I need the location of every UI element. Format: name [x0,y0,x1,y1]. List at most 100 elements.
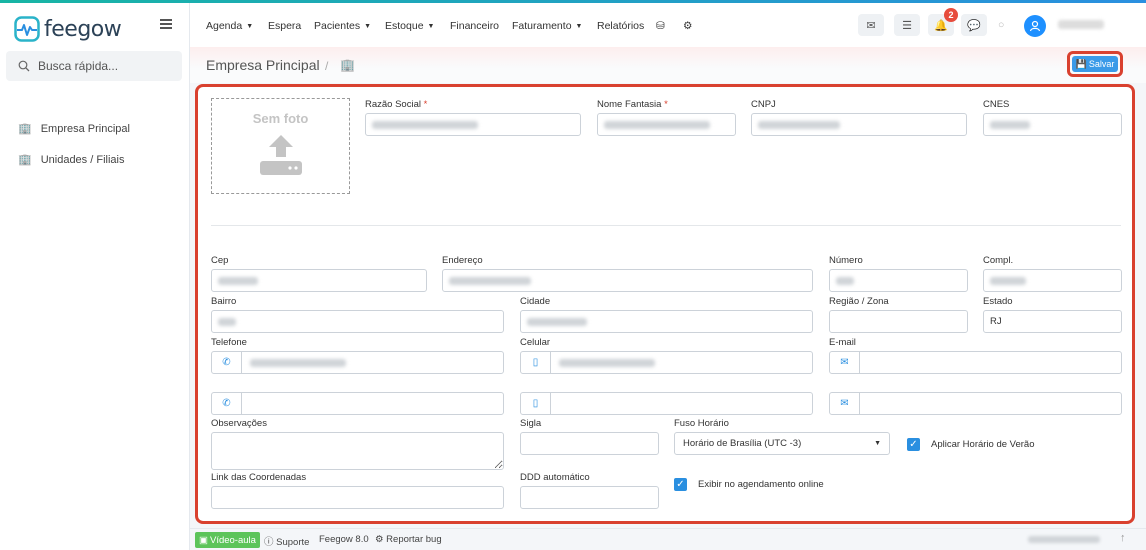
save-button-highlight: 💾 Salvar [1067,51,1123,77]
celular-2-input[interactable]: ▯ [520,392,813,415]
save-button[interactable]: 💾 Salvar [1072,56,1118,72]
cnes-label: CNES [983,99,1010,110]
razao-social-label: Razão Social * [365,99,428,110]
page-title: Empresa Principal [206,57,320,73]
status-circle-icon: ○ [998,19,1005,31]
nav-estoque[interactable]: Estoque ▼ [385,20,434,32]
user-icon [1029,20,1041,32]
video-camera-icon: ▣ [199,534,208,546]
company-form: Sem foto Razão Social * Nome Fantasia * … [195,84,1135,524]
cnpj-input[interactable] [751,113,967,136]
endereco-input[interactable] [442,269,813,292]
email-input[interactable]: ✉ [829,351,1122,374]
fuso-horario-select[interactable]: Horário de Brasília (UTC -3) ▼ [674,432,890,455]
quick-search-input[interactable]: Busca rápida... [6,51,182,81]
bairro-input[interactable] [211,310,504,333]
regiao-label: Região / Zona [829,296,889,307]
sidebar-item-label: Unidades / Filiais [40,153,125,166]
link-coordenadas-label: Link das Coordenadas [211,472,307,483]
brand-logo[interactable]: feegow [14,14,122,44]
observacoes-label: Observações [211,418,267,429]
cep-input[interactable] [211,269,427,292]
complemento-input[interactable] [983,269,1122,292]
nav-faturamento[interactable]: Faturamento ▼ [512,20,582,32]
sidebar-item-empresa-principal[interactable]: 🏢 Empresa Principal [18,122,130,136]
video-aula-button[interactable]: ▣ Vídeo-aula [195,532,260,548]
bug-icon: ⚙ [375,534,384,545]
sidebar-item-label: Empresa Principal [40,122,130,135]
agendamento-online-label: Exibir no agendamento online [698,479,824,490]
cidade-input[interactable] [520,310,813,333]
envelope-icon: ✉ [830,352,860,373]
breadcrumb-separator: / [325,59,329,73]
celular-input[interactable]: ▯ [520,351,813,374]
nome-fantasia-label: Nome Fantasia * [597,99,668,110]
estado-label: Estado [983,296,1013,307]
email-2-input[interactable]: ✉ [829,392,1122,415]
settings-icon[interactable]: ⚙ [683,20,692,32]
version-label: Feegow 8.0 [319,534,369,545]
footer-info-blurred [1028,536,1100,543]
telefone-label: Telefone [211,337,247,348]
bairro-label: Bairro [211,296,237,307]
sigla-input[interactable] [520,432,659,455]
razao-social-input[interactable] [365,113,581,136]
building-icon: 🏢 [340,58,355,72]
chat-button[interactable]: 💬 [961,14,987,36]
email-label: E-mail [829,337,856,348]
reportar-bug-link[interactable]: ⚙ Reportar bug [375,534,442,545]
nav-relatorios[interactable]: Relatórios [597,20,644,32]
cnes-input[interactable] [983,113,1122,136]
section-divider [211,225,1121,226]
inbox-icon: ✉ [866,19,876,32]
horario-verao-label: Aplicar Horário de Verão [931,439,1035,450]
building-icon: 🏢 [18,154,32,166]
sidebar-item-unidades-filiais[interactable]: 🏢 Unidades / Filiais [18,153,125,167]
nav-agenda[interactable]: Agenda ▼ [206,20,253,32]
telefone-2-input[interactable]: ✆ [211,392,504,415]
suporte-link[interactable]: ⓘ Suporte [264,534,309,548]
observacoes-textarea[interactable] [211,432,504,470]
search-placeholder: Busca rápida... [38,59,119,73]
menu-toggle-icon[interactable] [160,19,172,29]
user-name-blurred[interactable] [1058,20,1104,29]
caret-down-icon: ▼ [364,23,372,30]
feegow-logo-icon [14,16,40,42]
horario-verao-checkbox[interactable]: ✓ [907,438,920,451]
nav-espera[interactable]: Espera [268,20,301,32]
sigla-label: Sigla [520,418,542,429]
caret-down-icon: ▼ [427,23,435,30]
complemento-label: Compl. [983,255,1014,266]
nome-fantasia-input[interactable] [597,113,736,136]
telefone-input[interactable]: ✆ [211,351,504,374]
main-content: Sem foto Razão Social * Nome Fantasia * … [190,83,1146,528]
ddd-automatico-input[interactable] [520,486,659,509]
mobile-icon: ▯ [521,393,551,414]
notifications-button[interactable]: 🔔 2 [928,8,958,36]
numero-label: Número [829,255,863,266]
regiao-input[interactable] [829,310,968,333]
caret-down-icon: ▼ [575,23,583,30]
tasks-button[interactable]: ☰ [894,14,920,36]
estado-input[interactable]: RJ [983,310,1122,333]
footer-bar: ▣ Vídeo-aula ⓘ Suporte Feegow 8.0 ⚙ Repor… [190,528,1146,550]
cnpj-label: CNPJ [751,99,776,110]
mobile-icon: ▯ [521,352,551,373]
numero-input[interactable] [829,269,968,292]
envelope-icon: ✉ [830,393,860,414]
sidebar: feegow Busca rápida... 🏢 Empresa Princip… [0,3,190,550]
arrow-up-icon[interactable]: ↑ [1120,532,1126,544]
user-avatar[interactable] [1024,15,1046,37]
cep-label: Cep [211,255,229,266]
inbox-button[interactable]: ✉ [858,14,884,36]
help-icon: ⓘ [264,537,274,548]
upload-icon [259,135,302,175]
nav-pacientes[interactable]: Pacientes ▼ [314,20,371,32]
database-icon[interactable]: ⛁ [656,20,665,32]
chat-icon: 💬 [967,19,981,32]
photo-upload[interactable]: Sem foto [211,98,350,194]
agendamento-online-checkbox[interactable]: ✓ [674,478,687,491]
nav-financeiro[interactable]: Financeiro [450,20,499,32]
link-coordenadas-input[interactable] [211,486,504,509]
fuso-horario-label: Fuso Horário [674,418,729,429]
